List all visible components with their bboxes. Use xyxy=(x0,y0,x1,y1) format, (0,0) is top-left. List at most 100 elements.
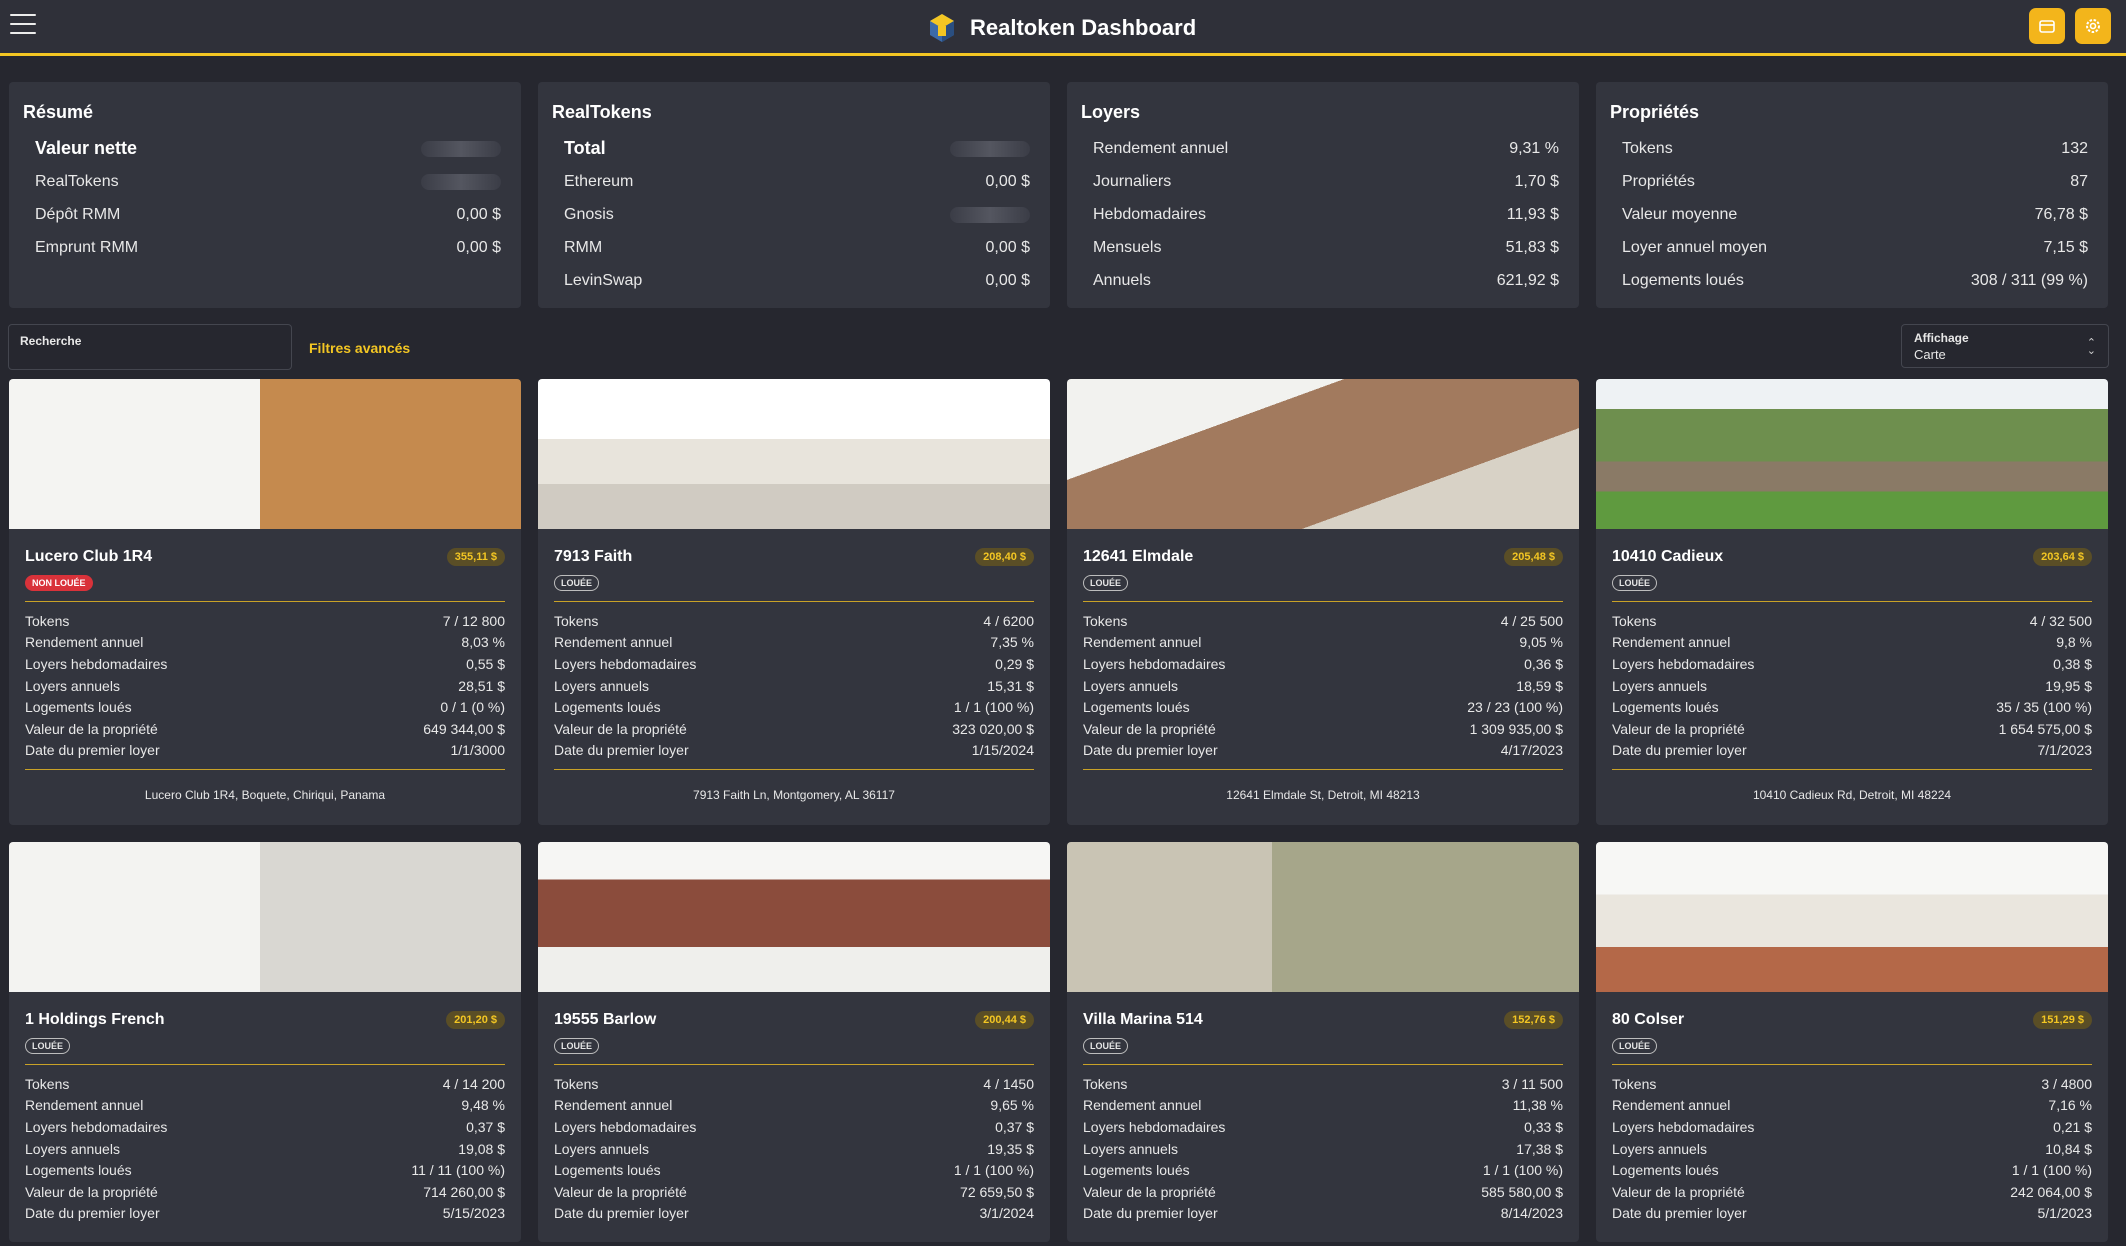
property-name: 10410 Cadieux xyxy=(1612,548,1724,565)
property-card[interactable]: 1 Holdings French 201,20 $ LOUÉE Tokens 4 / … xyxy=(9,842,521,1242)
menu-icon[interactable] xyxy=(10,14,36,36)
property-card[interactable]: 10410 Cadieux 203,64 $ LOUÉE Tokens 4 / 32 5… xyxy=(1596,379,2108,825)
stat-label: Rendement annuel xyxy=(1083,1097,1202,1114)
stat-label: Logements loués xyxy=(25,699,132,716)
property-card-body: 10410 Cadieux 203,64 $ LOUÉE Tokens 4 / 32 5… xyxy=(1596,529,2108,802)
property-stat-row: Date du premier loyer 1/1/3000 xyxy=(25,740,505,762)
property-stat-row: Logements loués 23 / 23 (100 %) xyxy=(1083,696,1563,718)
property-card[interactable]: 80 Colser 151,29 $ LOUÉE Tokens 3 / 4800 Rend… xyxy=(1596,842,2108,1242)
stat-value: 9,48 % xyxy=(461,1097,505,1114)
stat-label: Loyers hebdomadaires xyxy=(1612,1118,1755,1135)
property-card-header: Lucero Club 1R4 355,11 $ xyxy=(25,545,505,569)
property-stat-row: Valeur de la propriété 1 309 935,00 $ xyxy=(1083,718,1563,740)
stat-value: 1/1/3000 xyxy=(450,742,506,759)
search-input[interactable]: Recherche xyxy=(8,324,292,370)
property-stat-row: Loyers annuels 19,08 $ xyxy=(25,1138,505,1160)
summary-card-proprietes: Propriétés Tokens 132 Propriétés 87 Valeur… xyxy=(1596,82,2108,308)
chevron-updown-icon: ⌃ ⌄ xyxy=(2086,337,2096,357)
property-stat-row: Loyers hebdomadaires 0,36 $ xyxy=(1083,653,1563,675)
rental-status-badge: LOUÉE xyxy=(554,1038,600,1054)
property-stat-row: Tokens 7 / 12 800 xyxy=(25,610,505,632)
stat-value: 7/1/2023 xyxy=(2037,742,2093,759)
summary-row: Mensuels 51,83 $ xyxy=(1081,231,1559,264)
stat-label: Loyers annuels xyxy=(25,677,120,694)
summary-row: Rendement annuel 9,31 % xyxy=(1081,132,1559,165)
stat-value: 72 659,50 $ xyxy=(960,1183,1034,1200)
property-stat-row: Rendement annuel 7,35 % xyxy=(554,632,1034,654)
property-photo xyxy=(9,842,521,992)
stat-value: 11 / 11 (100 %) xyxy=(411,1162,505,1179)
property-card-header: Villa Marina 514 152,76 $ xyxy=(1083,1008,1563,1032)
property-price-badge: 205,48 $ xyxy=(1504,548,1563,566)
summary-value: 51,83 $ xyxy=(1505,238,1559,256)
property-card[interactable]: 7913 Faith 208,40 $ LOUÉE Tokens 4 / 6200 Ren… xyxy=(538,379,1050,825)
property-stat-row: Logements loués 35 / 35 (100 %) xyxy=(1612,696,2092,718)
stat-label: Date du premier loyer xyxy=(1083,1205,1218,1222)
stat-value: 585 580,00 $ xyxy=(1481,1183,1563,1200)
property-card-body: 19555 Barlow 200,44 $ LOUÉE Tokens 4 / 1450 R… xyxy=(538,992,1050,1224)
property-stat-row: Rendement annuel 9,8 % xyxy=(1612,632,2092,654)
stat-value: 7,16 % xyxy=(2048,1097,2092,1114)
stat-label: Date du premier loyer xyxy=(1612,1205,1747,1222)
stat-label: Valeur de la propriété xyxy=(554,1183,687,1200)
summary-label: Loyer annuel moyen xyxy=(1622,238,1767,256)
stat-label: Tokens xyxy=(1612,612,1657,629)
property-card[interactable]: Lucero Club 1R4 355,11 $ NON LOUÉE Tokens 7 … xyxy=(9,379,521,825)
property-stat-row: Logements loués 1 / 1 (100 %) xyxy=(1083,1159,1563,1181)
stat-value: 4 / 6200 xyxy=(983,612,1034,629)
divider xyxy=(1612,601,2092,602)
property-name: 12641 Elmdale xyxy=(1083,548,1194,565)
property-stat-row: Loyers hebdomadaires 0,55 $ xyxy=(25,653,505,675)
property-stat-row: Logements loués 0 / 1 (0 %) xyxy=(25,696,505,718)
advanced-filters-button[interactable]: Filtres avancés xyxy=(309,340,410,356)
stat-label: Valeur de la propriété xyxy=(554,720,687,737)
property-stat-row: Date du premier loyer 5/1/2023 xyxy=(1612,1203,2092,1225)
divider xyxy=(1083,769,1563,771)
rental-status-badge: LOUÉE xyxy=(1083,1038,1129,1054)
property-address: Lucero Club 1R4, Boquete, Chiriqui, Pana… xyxy=(144,788,386,803)
property-stat-row: Rendement annuel 9,65 % xyxy=(554,1095,1034,1117)
summary-value: 0,00 $ xyxy=(985,271,1030,289)
property-card-body: Lucero Club 1R4 355,11 $ NON LOUÉE Tokens 7 … xyxy=(9,529,521,802)
stat-value: 9,8 % xyxy=(2056,634,2092,651)
property-stat-row: Rendement annuel 7,16 % xyxy=(1612,1095,2092,1117)
settings-button[interactable] xyxy=(2075,8,2111,44)
property-stat-row: Date du premier loyer 7/1/2023 xyxy=(1612,740,2092,762)
summary-value: 132 xyxy=(2061,139,2088,157)
divider xyxy=(25,1064,505,1065)
property-stat-row: Tokens 4 / 14 200 xyxy=(25,1073,505,1095)
property-card[interactable]: 12641 Elmdale 205,48 $ LOUÉE Tokens 4 / 25 5… xyxy=(1067,379,1579,825)
stat-value: 714 260,00 $ xyxy=(423,1183,505,1200)
wallet-button[interactable] xyxy=(2029,8,2065,44)
summary-value: 0,00 $ xyxy=(456,205,501,223)
property-stat-row: Valeur de la propriété 585 580,00 $ xyxy=(1083,1181,1563,1203)
summary-value: 11,93 $ xyxy=(1506,205,1559,223)
property-card[interactable]: Villa Marina 514 152,76 $ LOUÉE Tokens 3 / 1… xyxy=(1067,842,1579,1242)
display-value: Carte xyxy=(1914,347,1946,362)
property-stat-row: Date du premier loyer 8/14/2023 xyxy=(1083,1203,1563,1225)
divider xyxy=(554,769,1034,771)
stat-label: Loyers hebdomadaires xyxy=(554,1118,697,1135)
stat-value: 1 654 575,00 $ xyxy=(1998,720,2092,737)
stat-value: 19,35 $ xyxy=(987,1140,1034,1157)
property-photo xyxy=(538,379,1050,529)
summary-label: Journaliers xyxy=(1093,172,1172,190)
stat-value: 0,55 $ xyxy=(466,655,505,672)
rental-status-badge: LOUÉE xyxy=(554,575,600,591)
stat-label: Logements loués xyxy=(25,1162,132,1179)
property-stat-row: Loyers hebdomadaires 0,37 $ xyxy=(25,1116,505,1138)
summary-label: Valeur moyenne xyxy=(1622,205,1738,223)
display-select[interactable]: Affichage Carte ⌃ ⌄ xyxy=(1901,324,2109,368)
app-header: Realtoken Dashboard xyxy=(0,0,2126,56)
property-card[interactable]: 19555 Barlow 200,44 $ LOUÉE Tokens 4 / 1450 R… xyxy=(538,842,1050,1242)
summary-row: Tokens 132 xyxy=(1610,132,2088,165)
stat-value: 7,35 % xyxy=(990,634,1034,651)
property-stat-row: Valeur de la propriété 649 344,00 $ xyxy=(25,718,505,740)
stat-value: 1 / 1 (100 %) xyxy=(953,1162,1034,1179)
summary-title: Propriétés xyxy=(1610,102,1700,122)
stat-value: 3/1/2024 xyxy=(979,1205,1035,1222)
stat-value: 19,95 $ xyxy=(2045,677,2092,694)
property-stat-row: Valeur de la propriété 323 020,00 $ xyxy=(554,718,1034,740)
property-card-body: 12641 Elmdale 205,48 $ LOUÉE Tokens 4 / 25 5… xyxy=(1067,529,1579,802)
stat-label: Loyers hebdomadaires xyxy=(25,1118,168,1135)
